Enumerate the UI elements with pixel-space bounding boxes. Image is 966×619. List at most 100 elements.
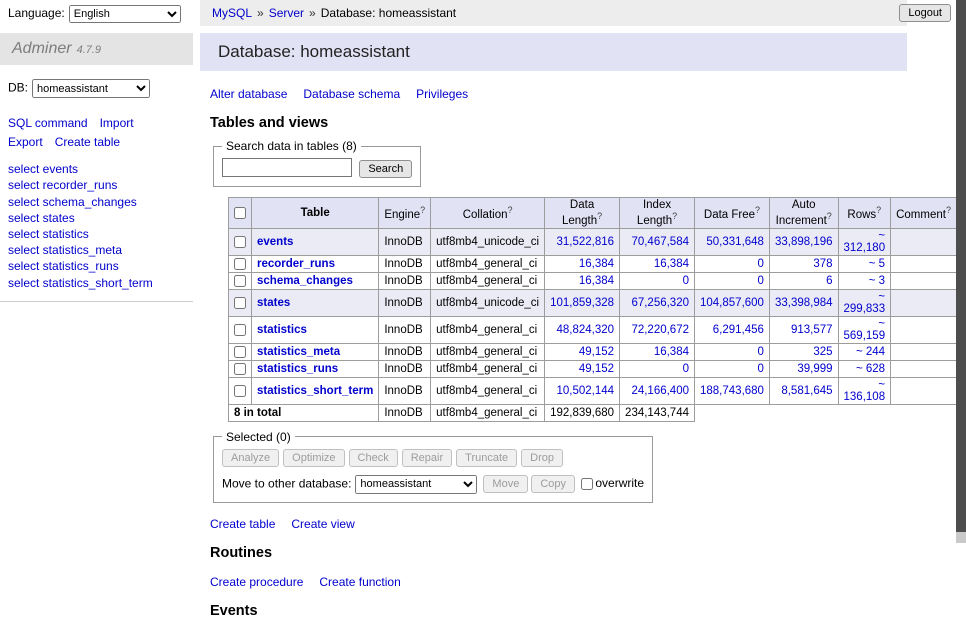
- cell-engine: InnoDB: [379, 316, 431, 343]
- help-mark[interactable]: ?: [672, 211, 677, 221]
- table-name-link-statistics[interactable]: statistics: [257, 324, 307, 336]
- help-mark[interactable]: ?: [876, 205, 881, 215]
- row-checkbox[interactable]: [234, 324, 246, 336]
- help-mark[interactable]: ?: [755, 205, 760, 215]
- copy-button[interactable]: Copy: [531, 475, 575, 493]
- table-name-link-statistics-short-term[interactable]: statistics_short_term: [257, 385, 373, 397]
- link-create-view[interactable]: Create view: [291, 517, 354, 531]
- table-row-recorder-runs: recorder_runsInnoDButf8mb4_general_ci16,…: [229, 255, 957, 272]
- sidebar-table-link-select-statistics-runs[interactable]: select statistics_runs: [8, 259, 119, 273]
- truncate-button[interactable]: Truncate: [456, 449, 517, 467]
- link-create-function[interactable]: Create function: [319, 575, 400, 589]
- link-privileges[interactable]: Privileges: [416, 87, 468, 101]
- table-row-statistics-runs: statistics_runs InnoDButf8mb4_general_ci4…: [229, 360, 957, 377]
- cell-comment: [891, 360, 957, 377]
- selected-fieldset: Selected (0) AnalyzeOptimizeCheckRepairT…: [213, 430, 653, 503]
- cell-data-free: 50,331,648: [695, 228, 770, 255]
- move-db-select[interactable]: homeassistant: [355, 475, 477, 494]
- sidebar-table-link-select-states[interactable]: select states: [8, 211, 75, 225]
- row-checkbox[interactable]: [234, 258, 246, 270]
- row-checkbox[interactable]: [234, 385, 246, 397]
- help-mark[interactable]: ?: [946, 205, 951, 215]
- sidebar-table-link-select-events[interactable]: select events: [8, 162, 78, 176]
- column-header-index-length: Index Length?: [620, 198, 695, 229]
- table-name-link-statistics-meta[interactable]: statistics_meta: [257, 346, 340, 358]
- cell-table-name: schema_changes: [252, 272, 379, 289]
- move-row: Move to other database:homeassistantMove…: [222, 475, 644, 494]
- cell-engine: InnoDB: [379, 343, 431, 360]
- link-database-schema[interactable]: Database schema: [303, 87, 400, 101]
- cell-table-name: statistics_short_term: [252, 377, 379, 404]
- row-checkbox[interactable]: [234, 346, 246, 358]
- db-selector-row: DB:homeassistant: [0, 65, 193, 102]
- link-alter-database[interactable]: Alter database: [210, 87, 287, 101]
- row-checkbox[interactable]: [234, 275, 246, 287]
- scrollbar-thumb[interactable]: [956, 0, 966, 532]
- table-name-link-recorder-runs[interactable]: recorder_runs: [257, 258, 335, 270]
- sidebar-table-link-select-schema-changes[interactable]: select schema_changes: [8, 195, 137, 209]
- drop-button[interactable]: Drop: [521, 449, 563, 467]
- cell-collation: utf8mb4_general_ci: [431, 360, 545, 377]
- db-select[interactable]: homeassistant: [32, 79, 150, 98]
- sidebar-link-create-table[interactable]: Create table: [55, 135, 120, 149]
- selected-buttons-row: AnalyzeOptimize CheckRepairTruncateDrop: [222, 449, 644, 467]
- optimize-button[interactable]: Optimize: [283, 449, 344, 467]
- table-name-link-statistics-runs[interactable]: statistics_runs: [257, 363, 338, 375]
- check-button[interactable]: Check: [349, 449, 398, 467]
- sidebar-table-link-select-statistics-meta[interactable]: select statistics_meta: [8, 243, 122, 257]
- cell-data-free: 6,291,456: [695, 316, 770, 343]
- search-button[interactable]: Search: [359, 160, 412, 178]
- page-title: Database: homeassistant: [200, 33, 907, 71]
- column-header-comment: Comment?: [891, 198, 957, 229]
- select-all-checkbox[interactable]: [234, 207, 246, 219]
- footer-collation: utf8mb4_general_ci: [431, 404, 545, 421]
- link-create-procedure[interactable]: Create procedure: [210, 575, 303, 589]
- language-select[interactable]: English: [69, 5, 181, 23]
- sidebar-link-sql-command[interactable]: SQL command: [8, 116, 88, 130]
- table-name-link-schema-changes[interactable]: schema_changes: [257, 275, 353, 287]
- column-header-label: Rows: [847, 209, 876, 221]
- sidebar-table-item: select statistics_meta: [8, 242, 185, 258]
- help-mark[interactable]: ?: [507, 205, 512, 215]
- column-header-label: Data Length: [562, 199, 597, 227]
- sidebar-table-item: select statistics_runs: [8, 258, 185, 274]
- cell-index-length: 70,467,584: [620, 228, 695, 255]
- cell-auto-increment: 913,577: [769, 316, 838, 343]
- search-input[interactable]: [222, 158, 352, 177]
- cell-comment: [891, 316, 957, 343]
- row-checkbox[interactable]: [234, 236, 246, 248]
- help-mark[interactable]: ?: [597, 211, 602, 221]
- help-mark[interactable]: ?: [420, 205, 425, 215]
- breadcrumb-item-mysql[interactable]: MySQL: [212, 6, 252, 20]
- analyze-button[interactable]: Analyze: [222, 449, 279, 467]
- cell-data-length: 31,522,816: [545, 228, 620, 255]
- table-name-link-states[interactable]: states: [257, 297, 290, 309]
- move-button[interactable]: Move: [483, 475, 528, 493]
- sidebar-table-link-select-statistics-short-term[interactable]: select statistics_short_term: [8, 276, 153, 290]
- sidebar-table-link-select-recorder-runs[interactable]: select recorder_runs: [8, 178, 117, 192]
- app-name-link[interactable]: Adminer: [12, 40, 72, 57]
- table-row-statistics: statisticsInnoDButf8mb4_general_ci48,824…: [229, 316, 957, 343]
- breadcrumb-item-server[interactable]: Server: [269, 6, 304, 20]
- scrollbar[interactable]: [956, 0, 966, 543]
- cell-comment: [891, 343, 957, 360]
- row-checkbox[interactable]: [234, 363, 246, 375]
- sidebar-link-export[interactable]: Export: [8, 135, 43, 149]
- cell-data-length: 10,502,144: [545, 377, 620, 404]
- sidebar-table-link-select-statistics[interactable]: select statistics: [8, 227, 89, 241]
- overwrite-checkbox[interactable]: [581, 478, 593, 490]
- help-mark[interactable]: ?: [827, 211, 832, 221]
- link-create-table[interactable]: Create table: [210, 517, 275, 531]
- overwrite-label: overwrite: [595, 476, 644, 490]
- logout-button[interactable]: Logout: [899, 4, 951, 22]
- breadcrumb-separator: »: [309, 6, 316, 20]
- cell-data-length: 49,152: [545, 360, 620, 377]
- row-checkbox[interactable]: [234, 297, 246, 309]
- cell-collation: utf8mb4_general_ci: [431, 316, 545, 343]
- sidebar-link-import[interactable]: Import: [100, 116, 134, 130]
- cell-auto-increment: 325: [769, 343, 838, 360]
- cell-engine: InnoDB: [379, 360, 431, 377]
- cell-collation: utf8mb4_general_ci: [431, 343, 545, 360]
- repair-button[interactable]: Repair: [402, 449, 452, 467]
- table-name-link-events[interactable]: events: [257, 236, 293, 248]
